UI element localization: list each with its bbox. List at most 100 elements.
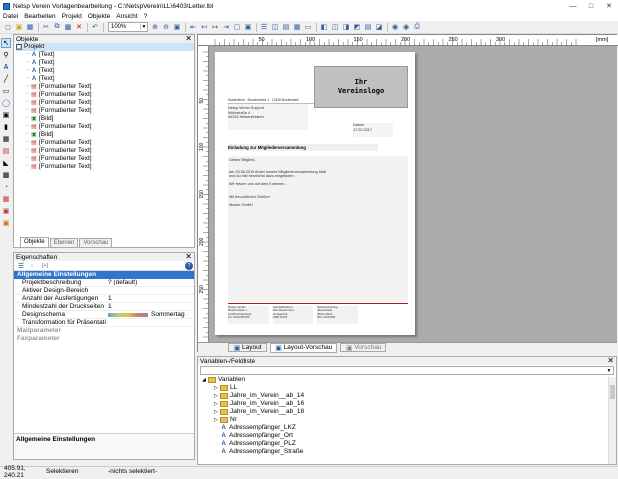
front-icon[interactable]: ▭ bbox=[303, 22, 313, 32]
variable-item[interactable]: ▷ Jahre_im_Verein__ab_18 bbox=[202, 408, 616, 416]
menu-objekte[interactable]: Objekte bbox=[85, 13, 113, 20]
body-block[interactable]: Liebes Mitglied, am 23.06.2015 findet un… bbox=[228, 156, 408, 302]
tree-item[interactable]: ┄ ▤ [Formatierter Text] bbox=[16, 107, 194, 115]
variable-item[interactable]: ▷ LL bbox=[202, 384, 616, 392]
menu-datei[interactable]: Datei bbox=[0, 13, 21, 20]
align-bottom-icon[interactable]: ◪ bbox=[374, 22, 384, 32]
tree-item[interactable]: ┄ A [Text] bbox=[16, 59, 194, 67]
property-row[interactable]: Designschema Sommertag bbox=[14, 311, 194, 319]
tree-item[interactable]: ┄ ▤ [Formatierter Text] bbox=[16, 123, 194, 131]
gauge-tool-icon[interactable]: ◔ bbox=[1, 182, 11, 192]
zoom-tool-icon[interactable]: ⚲ bbox=[1, 50, 11, 60]
select-tool-icon[interactable]: ↖ bbox=[1, 38, 11, 48]
grid-icon[interactable]: ▦ bbox=[292, 22, 302, 32]
menu-ansicht[interactable]: Ansicht bbox=[113, 13, 140, 20]
last-page-icon[interactable]: ⇥ bbox=[221, 22, 231, 32]
tree-item[interactable]: ┄ ▤ [Formatierter Text] bbox=[16, 99, 194, 107]
variables-root[interactable]: ◢ Variablen bbox=[202, 376, 616, 384]
align-right-icon[interactable]: ◨ bbox=[341, 22, 351, 32]
variables-filter[interactable]: ▼ bbox=[200, 366, 614, 375]
align-icon[interactable]: ▤ bbox=[281, 22, 291, 32]
delete-icon[interactable]: ✕ bbox=[74, 22, 84, 32]
property-value[interactable] bbox=[106, 287, 194, 294]
alphabetic-icon[interactable]: ↕ bbox=[27, 261, 37, 271]
open-folder-icon[interactable]: ▣ bbox=[14, 22, 24, 32]
menu-projekt[interactable]: Projekt bbox=[59, 13, 85, 20]
subject-line[interactable]: Einladung zur Mitgliederversammlung bbox=[228, 144, 378, 151]
copy-icon[interactable]: ⧉ bbox=[52, 22, 62, 32]
fit-page-icon[interactable]: ▢ bbox=[232, 22, 242, 32]
fit-width-icon[interactable]: ▣ bbox=[243, 22, 253, 32]
close-window-button[interactable]: ✕ bbox=[600, 0, 618, 12]
property-row[interactable]: Aktiver Design-Bereich bbox=[14, 287, 194, 295]
zoom-in-icon[interactable]: ⊕ bbox=[150, 22, 160, 32]
tab-vorschau-main[interactable]: ▣ Vorschau bbox=[340, 343, 387, 352]
property-value[interactable] bbox=[106, 319, 194, 326]
globe-icon[interactable]: ◉ bbox=[390, 22, 400, 32]
variable-item[interactable]: ▷ Jahre_im_Verein__ab_16 bbox=[202, 400, 616, 408]
align-left-icon[interactable]: ◧ bbox=[319, 22, 329, 32]
variable-item[interactable]: A Adressempfänger_LKZ bbox=[202, 424, 616, 432]
pdf-tool-icon[interactable]: ▣ bbox=[1, 206, 11, 216]
close-icon[interactable]: ✕ bbox=[185, 35, 192, 43]
tab-layout-vorschau[interactable]: ▣ Layout-Vorschau bbox=[269, 342, 338, 353]
barcode-tool-icon[interactable]: ▮ bbox=[1, 122, 11, 132]
tree-item[interactable]: ┄ ▤ [Formatierter Text] bbox=[16, 83, 194, 91]
property-row[interactable]: Anzahl der Ausfertigungen 1 bbox=[14, 295, 194, 303]
expand-all-icon[interactable]: [+] bbox=[38, 261, 52, 271]
design-scrollbar[interactable] bbox=[608, 46, 617, 343]
minimize-button[interactable]: — bbox=[564, 0, 582, 12]
image-tool-icon[interactable]: ▣ bbox=[1, 110, 11, 120]
variable-item[interactable]: ▷ Nr bbox=[202, 416, 616, 424]
tab-objekte[interactable]: Objekte bbox=[20, 237, 49, 247]
variable-item[interactable]: A Adressempfänger_Straße bbox=[202, 448, 616, 456]
variables-scrollbar[interactable] bbox=[608, 377, 616, 464]
next-page-icon[interactable]: ↦ bbox=[210, 22, 220, 32]
logo-box[interactable]: Ihr Vereinslogo bbox=[314, 66, 408, 108]
line-tool-icon[interactable]: ╱ bbox=[1, 74, 11, 84]
property-value[interactable]: 1 bbox=[106, 303, 194, 310]
ellipse-tool-icon[interactable]: ◯ bbox=[1, 98, 11, 108]
tree-root-projekt[interactable]: ▢ Projekt bbox=[16, 43, 194, 51]
object-list-icon[interactable]: ☰ bbox=[259, 22, 269, 32]
tree-item[interactable]: ┄ ▤ [Formatierter Text] bbox=[16, 139, 194, 147]
tree-item[interactable]: ┄ ▤ [Formatierter Text] bbox=[16, 147, 194, 155]
property-value[interactable]: Sommertag bbox=[106, 311, 194, 318]
html-tool-icon[interactable]: ▣ bbox=[1, 218, 11, 228]
save-icon[interactable]: ▦ bbox=[25, 22, 35, 32]
new-file-icon[interactable]: ◻ bbox=[3, 22, 13, 32]
zoom-fit-icon[interactable]: ▣ bbox=[172, 22, 182, 32]
zoom-select[interactable]: 100% ▼ bbox=[108, 22, 148, 32]
variable-item[interactable]: ▷ Jahre_im_Verein__ab_14 bbox=[202, 392, 616, 400]
form-tool-icon[interactable]: ▦ bbox=[1, 194, 11, 204]
tab-ebenen[interactable]: Ebenen bbox=[49, 238, 79, 247]
table-tool-icon[interactable]: ▦ bbox=[1, 134, 11, 144]
align-top-icon[interactable]: ◩ bbox=[352, 22, 362, 32]
first-page-icon[interactable]: ⇤ bbox=[188, 22, 198, 32]
cut-icon[interactable]: ✂ bbox=[41, 22, 51, 32]
chart-tool-icon[interactable]: ◣ bbox=[1, 158, 11, 168]
align-center-icon[interactable]: ◫ bbox=[330, 22, 340, 32]
property-value[interactable]: ? (default) bbox=[106, 279, 194, 286]
close-icon[interactable]: ✕ bbox=[607, 357, 614, 365]
recipient-block[interactable]: Netsp Verein Support Mühlstraße 4 64332 … bbox=[228, 104, 308, 130]
crosstab-tool-icon[interactable]: ▩ bbox=[1, 170, 11, 180]
prev-page-icon[interactable]: ↤ bbox=[199, 22, 209, 32]
variable-item[interactable]: A Adressempfänger_Ort bbox=[202, 432, 616, 440]
section-faxparameter[interactable]: Faxparameter bbox=[14, 335, 194, 343]
variable-item[interactable]: A Adressempfänger_PLZ bbox=[202, 440, 616, 448]
zoom-out-icon[interactable]: ⊖ bbox=[161, 22, 171, 32]
tree-item[interactable]: ┄ ▣ [Bild] bbox=[16, 115, 194, 123]
date-block[interactable]: Datum 17.02.2017 bbox=[353, 123, 393, 137]
sender-line[interactable]: Musterfirma · Musterstraße 1 · 12345 Mus… bbox=[228, 98, 314, 104]
formatted-text-tool-icon[interactable]: ▤ bbox=[1, 146, 11, 156]
property-value[interactable]: 1 bbox=[106, 295, 194, 302]
tree-item[interactable]: ┄ ▣ [Bild] bbox=[16, 131, 194, 139]
property-row[interactable]: Transformation für Präsentati... bbox=[14, 319, 194, 327]
help-icon[interactable]: ? bbox=[185, 261, 193, 270]
print-icon[interactable]: ⎙ bbox=[412, 22, 422, 32]
text-tool-icon[interactable]: A bbox=[1, 62, 11, 72]
tree-item[interactable]: ┄ ▤ [Formatierter Text] bbox=[16, 163, 194, 171]
tree-item[interactable]: ┄ A [Text] bbox=[16, 67, 194, 75]
align-middle-icon[interactable]: ▤ bbox=[363, 22, 373, 32]
